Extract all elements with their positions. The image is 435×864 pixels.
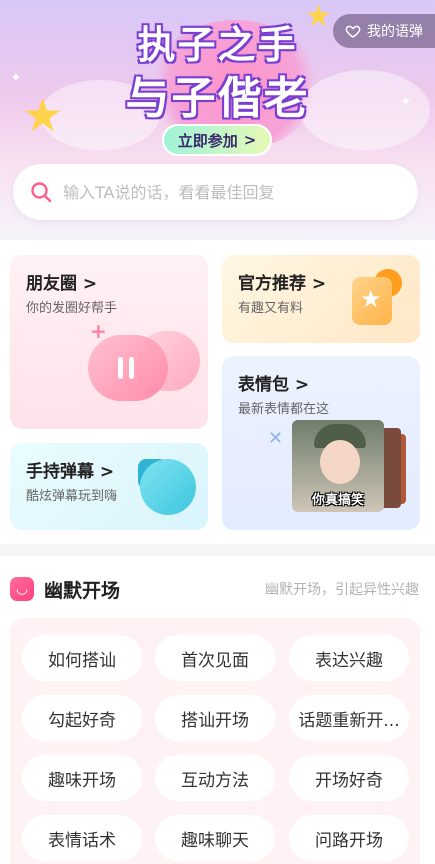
humor-section-header: ◡ 幽默开场 幽默开场，引起异性兴趣 (10, 574, 425, 604)
tag-button[interactable]: 搭讪开场 (155, 695, 275, 741)
my-danmu-button[interactable]: 我的语弹 (333, 14, 435, 48)
tag-button[interactable]: 勾起好奇 (22, 695, 142, 741)
tag-button[interactable]: 互动方法 (155, 755, 275, 801)
handheld-danmu-subtitle: 酷炫弹幕玩到嗨 (26, 489, 118, 504)
chevron-right-icon: > (294, 375, 310, 395)
join-now-button[interactable]: 立即参加 > (162, 124, 272, 156)
official-recommend-card[interactable]: 官方推荐 > 有趣又有料 ★ (222, 255, 420, 343)
official-recommend-title: 官方推荐 > (238, 274, 327, 294)
tag-button[interactable]: 如何搭讪 (22, 635, 142, 681)
emoji-sticker-caption: 你真搞笑 (311, 493, 364, 508)
search-icon (31, 182, 52, 203)
tag-button[interactable]: 表情话术 (22, 815, 142, 861)
emoji-pack-title: 表情包 > (238, 375, 310, 395)
join-now-label: 立即参加 (177, 131, 238, 150)
search-bar[interactable] (13, 164, 418, 220)
tag-button[interactable]: 首次见面 (155, 635, 275, 681)
official-recommend-subtitle: 有趣又有料 (238, 301, 304, 316)
chevron-right-icon: > (82, 274, 98, 294)
handheld-danmu-title: 手持弹幕 > (26, 462, 115, 482)
cross-icon: ✕ (268, 428, 284, 449)
my-danmu-label: 我的语弹 (367, 24, 423, 40)
emoji-pack-subtitle: 最新表情都在这 (238, 402, 330, 417)
humor-tags-panel: 如何搭讪 首次见面 表达兴趣 勾起好奇 搭讪开场 话题重新开... 趣味开场 互… (10, 618, 420, 864)
emoji-sticker-image: 你真搞笑 (292, 420, 384, 512)
humor-section-title: 幽默开场 (44, 579, 121, 602)
tag-button[interactable]: 表达兴趣 (289, 635, 409, 681)
humor-section-subtitle: 幽默开场，引起异性兴趣 (265, 582, 419, 598)
quote-marks-icon (118, 357, 134, 383)
star-icon: ★ (360, 285, 382, 313)
danmu-bubble-icon (140, 459, 196, 515)
friends-circle-card[interactable]: 朋友圈 > 你的发圈好帮手 + (10, 255, 208, 429)
handheld-danmu-card[interactable]: 手持弹幕 > 酷炫弹幕玩到嗨 (10, 443, 208, 530)
chevron-right-icon: > (99, 462, 115, 482)
chevron-right-icon: > (243, 131, 257, 149)
section-divider (0, 544, 435, 556)
friends-circle-subtitle: 你的发圈好帮手 (26, 301, 118, 316)
smile-logo-icon: ◡ (10, 577, 34, 601)
tag-button[interactable]: 开场好奇 (289, 755, 409, 801)
face-shape (320, 440, 360, 484)
search-input[interactable] (63, 182, 393, 202)
emoji-pack-card[interactable]: 表情包 > 最新表情都在这 ✕ 你真搞笑 (222, 356, 420, 530)
chevron-right-icon: > (311, 274, 327, 294)
tag-button[interactable]: 问路开场 (289, 815, 409, 861)
heart-outline-icon (345, 25, 361, 38)
tag-button[interactable]: 话题重新开... (289, 695, 409, 741)
friends-circle-title: 朋友圈 > (26, 274, 98, 294)
tag-button[interactable]: 趣味开场 (22, 755, 142, 801)
tag-button[interactable]: 趣味聊天 (155, 815, 275, 861)
banner-title-line2: 与子偕老 (125, 73, 310, 124)
